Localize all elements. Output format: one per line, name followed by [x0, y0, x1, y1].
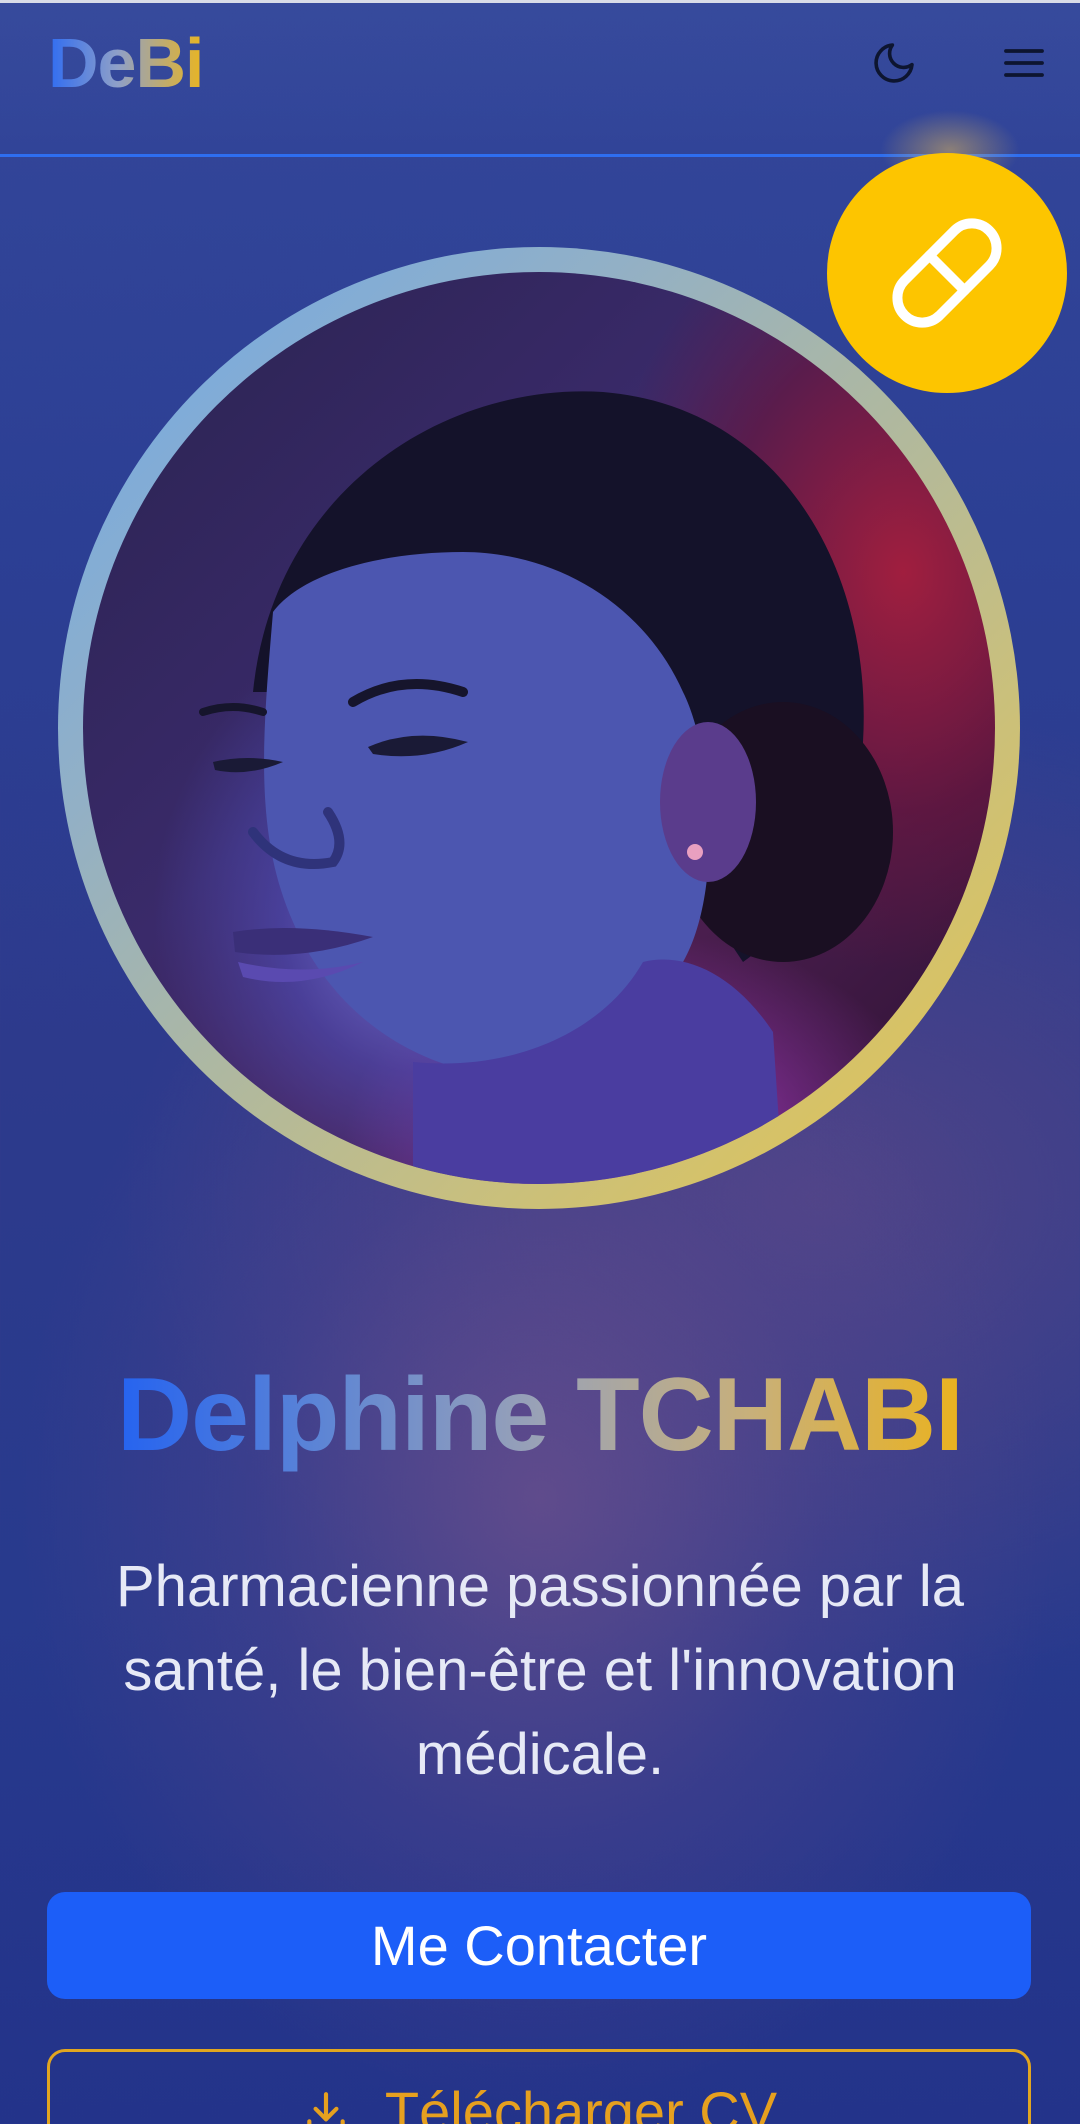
pill-badge — [827, 153, 1067, 393]
profile-photo — [83, 272, 995, 1184]
download-icon — [307, 2092, 345, 2124]
contact-button-label: Me Contacter — [370, 1914, 708, 1977]
moon-icon — [874, 43, 914, 83]
theme-toggle-button[interactable] — [868, 37, 920, 89]
site-logo[interactable]: DeBi — [48, 23, 204, 103]
hero-name: Delphine TCHABI — [0, 1355, 1080, 1475]
pill-icon — [892, 218, 1002, 328]
download-cv-button[interactable]: Télécharger CV — [47, 2049, 1031, 2124]
menu-button[interactable] — [1000, 41, 1048, 85]
hero-name-text: Delphine TCHABI — [117, 1357, 964, 1473]
hamburger-menu-icon — [1004, 49, 1044, 77]
contact-button[interactable]: Me Contacter — [47, 1892, 1031, 1999]
download-cv-button-label: Télécharger CV — [384, 2080, 778, 2124]
portrait-illustration — [199, 391, 893, 1184]
hero-tagline: Pharmacienne passionnée par la santé, le… — [116, 1554, 964, 1787]
